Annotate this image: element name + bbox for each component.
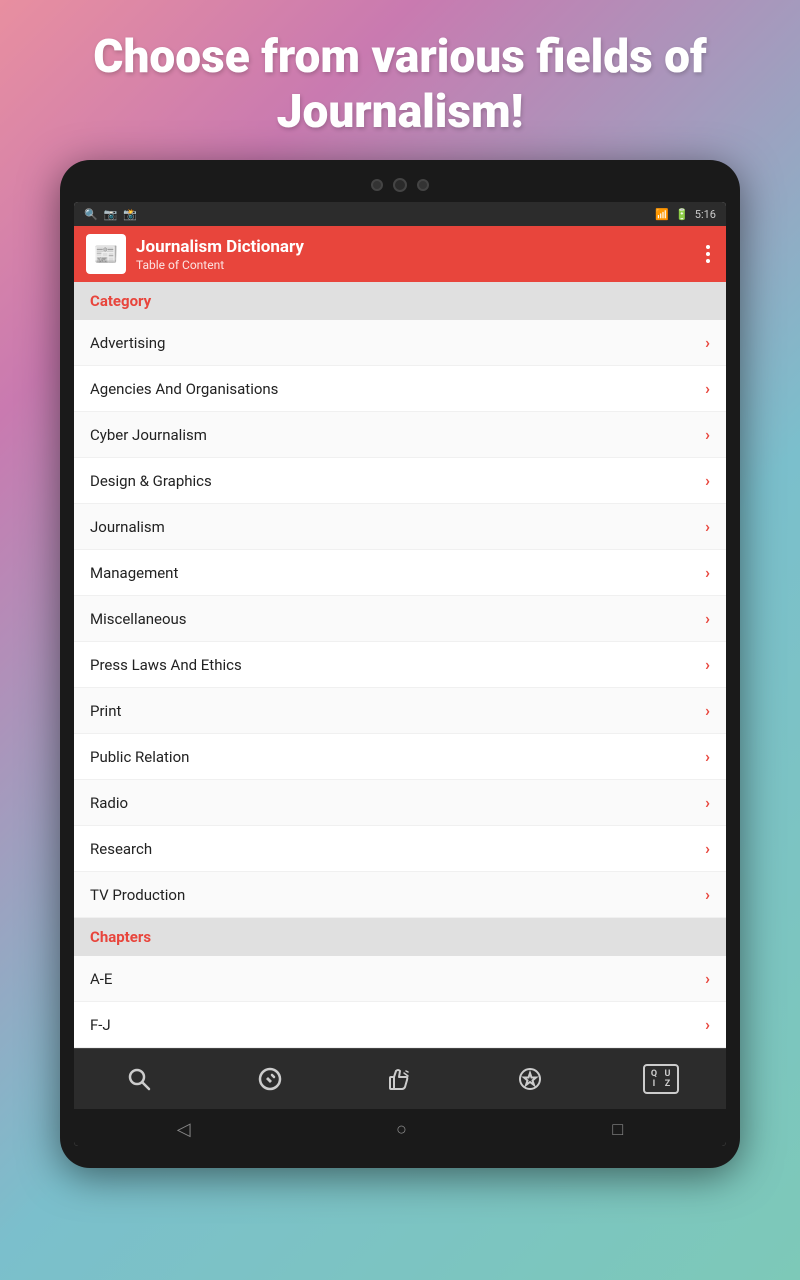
chevron-icon: › <box>705 333 710 352</box>
status-left-icons: 🔍 📷 📸 <box>84 208 137 221</box>
list-item-text: Miscellaneous <box>90 610 187 628</box>
chevron-icon: › <box>705 839 710 858</box>
battery-icon: 🔋 <box>675 208 689 221</box>
favorites-nav-button[interactable] <box>505 1059 555 1099</box>
chevron-icon: › <box>705 517 710 536</box>
chevron-icon: › <box>705 379 710 398</box>
menu-dot-2 <box>706 252 710 256</box>
tablet-device: 🔍 📷 📸 📶 🔋 5:16 📰 Journalism Dictionary T… <box>60 160 740 1168</box>
list-item-advertising[interactable]: Advertising › <box>74 320 726 366</box>
thumbs-up-icon <box>386 1067 414 1091</box>
app-subtitle: Table of Content <box>136 258 692 272</box>
app-icon: 📰 <box>86 234 126 274</box>
list-item-text: A-E <box>90 970 112 988</box>
chevron-icon: › <box>705 471 710 490</box>
quiz-cell-i: I <box>648 1080 661 1090</box>
camera-bar <box>74 178 726 192</box>
chevron-icon: › <box>705 425 710 444</box>
recent-button[interactable]: □ <box>612 1119 623 1140</box>
list-item-agencies[interactable]: Agencies And Organisations › <box>74 366 726 412</box>
star-icon <box>518 1067 542 1091</box>
chevron-icon: › <box>705 969 710 988</box>
category-section-header: Category <box>74 282 726 320</box>
status-icon-2: 📷 <box>104 208 118 221</box>
list-item-text: F-J <box>90 1016 111 1034</box>
app-title: Journalism Dictionary <box>136 237 692 257</box>
pen-icon <box>258 1067 282 1091</box>
camera-main <box>393 178 407 192</box>
camera-dot-right <box>417 179 429 191</box>
status-icon-3: 📸 <box>123 208 137 221</box>
list-item-ae[interactable]: A-E › <box>74 956 726 1002</box>
list-item-design[interactable]: Design & Graphics › <box>74 458 726 504</box>
more-options-button[interactable] <box>702 241 714 267</box>
status-icon-1: 🔍 <box>84 208 98 221</box>
list-item-text: Journalism <box>90 518 165 536</box>
list-item-print[interactable]: Print › <box>74 688 726 734</box>
chapters-section-header: Chapters <box>74 918 726 956</box>
list-item-public-relation[interactable]: Public Relation › <box>74 734 726 780</box>
android-nav: ◁ ○ □ <box>74 1109 726 1146</box>
chevron-icon: › <box>705 609 710 628</box>
list-item-text: Cyber Journalism <box>90 426 207 444</box>
chevron-icon: › <box>705 885 710 904</box>
tablet-screen: 🔍 📷 📸 📶 🔋 5:16 📰 Journalism Dictionary T… <box>74 202 726 1146</box>
wifi-icon: 📶 <box>655 208 669 221</box>
clock: 5:16 <box>695 208 716 221</box>
list-item-text: Design & Graphics <box>90 472 212 490</box>
search-nav-button[interactable] <box>114 1059 164 1099</box>
quiz-cell-u: U <box>661 1069 674 1079</box>
list-item-text: Advertising <box>90 334 165 352</box>
menu-dot-1 <box>706 245 710 249</box>
list-item-text: Agencies And Organisations <box>90 380 278 398</box>
app-bar: 📰 Journalism Dictionary Table of Content <box>74 226 726 282</box>
bottom-nav: Q U I Z <box>74 1048 726 1109</box>
chevron-icon: › <box>705 655 710 674</box>
quiz-cell-z: Z <box>661 1080 674 1090</box>
list-item-text: Research <box>90 840 152 858</box>
quiz-nav-button[interactable]: Q U I Z <box>636 1059 686 1099</box>
list-item-text: Radio <box>90 794 128 812</box>
list-content: Category Advertising › Agencies And Orga… <box>74 282 726 1048</box>
home-button[interactable]: ○ <box>396 1119 407 1140</box>
list-item-press-laws[interactable]: Press Laws And Ethics › <box>74 642 726 688</box>
quiz-cell-q: Q <box>648 1069 661 1079</box>
list-item-text: Press Laws And Ethics <box>90 656 242 674</box>
chevron-icon: › <box>705 563 710 582</box>
list-item-research[interactable]: Research › <box>74 826 726 872</box>
list-item-management[interactable]: Management › <box>74 550 726 596</box>
chevron-icon: › <box>705 1015 710 1034</box>
app-title-block: Journalism Dictionary Table of Content <box>136 237 692 271</box>
feedback-nav-button[interactable] <box>375 1059 425 1099</box>
list-item-fj[interactable]: F-J › <box>74 1002 726 1048</box>
list-item-journalism[interactable]: Journalism › <box>74 504 726 550</box>
list-item-text: Public Relation <box>90 748 189 766</box>
menu-dot-3 <box>706 259 710 263</box>
list-item-miscellaneous[interactable]: Miscellaneous › <box>74 596 726 642</box>
status-right: 📶 🔋 5:16 <box>655 208 716 221</box>
chevron-icon: › <box>705 793 710 812</box>
chevron-icon: › <box>705 747 710 766</box>
back-button[interactable]: ◁ <box>177 1119 191 1140</box>
list-item-cyber[interactable]: Cyber Journalism › <box>74 412 726 458</box>
edit-nav-button[interactable] <box>245 1059 295 1099</box>
hero-text: Choose from various fields of Journalism… <box>0 0 800 160</box>
quiz-icon: Q U I Z <box>643 1064 679 1094</box>
list-item-text: Management <box>90 564 178 582</box>
status-bar: 🔍 📷 📸 📶 🔋 5:16 <box>74 202 726 226</box>
search-icon <box>127 1067 151 1091</box>
list-item-text: Print <box>90 702 121 720</box>
list-item-radio[interactable]: Radio › <box>74 780 726 826</box>
camera-dot-left <box>371 179 383 191</box>
list-item-tv-production[interactable]: TV Production › <box>74 872 726 918</box>
list-item-text: TV Production <box>90 886 185 904</box>
chevron-icon: › <box>705 701 710 720</box>
